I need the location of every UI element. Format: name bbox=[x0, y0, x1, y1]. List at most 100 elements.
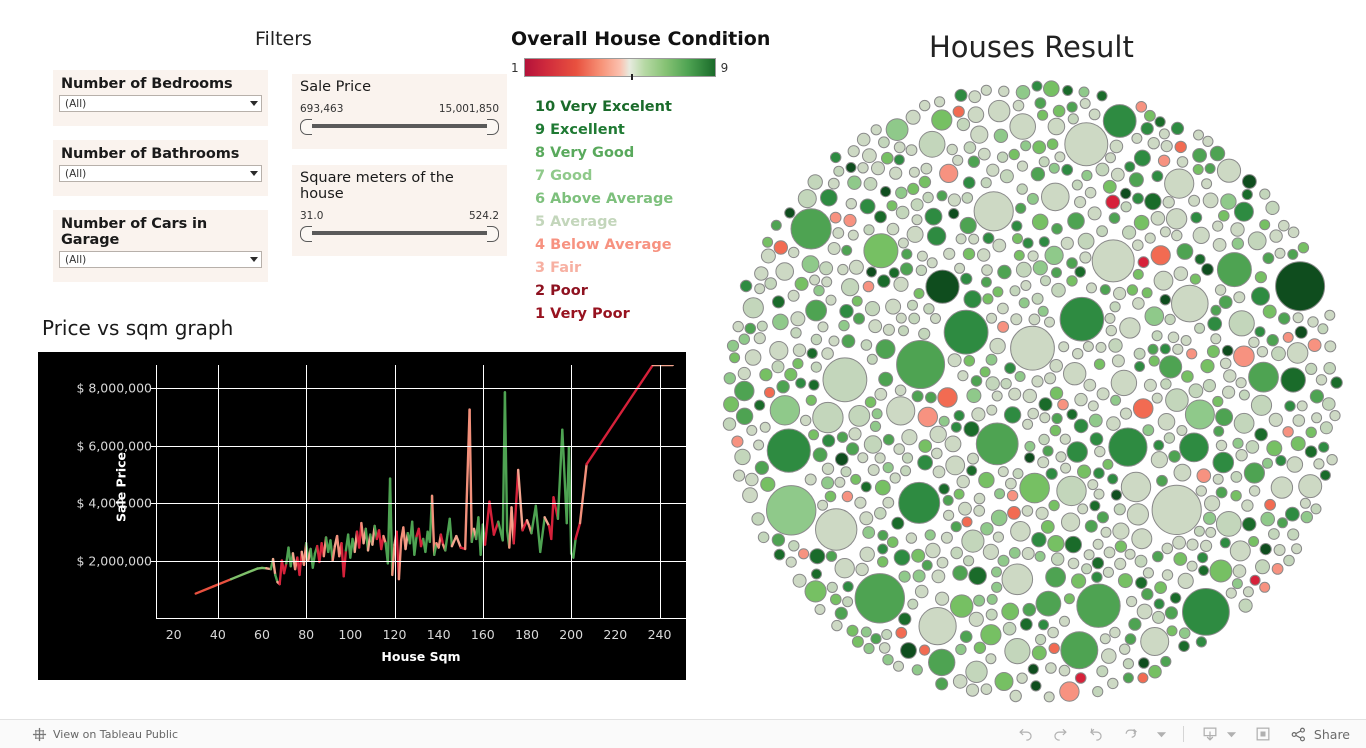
bubble[interactable] bbox=[1032, 533, 1046, 547]
bubble[interactable] bbox=[1092, 240, 1134, 282]
bubble[interactable] bbox=[1085, 520, 1097, 532]
bubble[interactable] bbox=[1213, 396, 1223, 406]
bubble[interactable] bbox=[1039, 398, 1052, 411]
bubble[interactable] bbox=[843, 597, 853, 607]
bubble[interactable] bbox=[1085, 187, 1096, 198]
bubble[interactable] bbox=[1175, 141, 1186, 152]
bubble[interactable] bbox=[987, 594, 997, 604]
bubble[interactable] bbox=[1110, 302, 1120, 312]
bubble[interactable] bbox=[981, 684, 992, 695]
bubble[interactable] bbox=[947, 144, 957, 154]
bubble[interactable] bbox=[763, 237, 773, 247]
bubble[interactable] bbox=[1100, 634, 1110, 644]
bubble[interactable] bbox=[842, 491, 852, 501]
bubble[interactable] bbox=[861, 340, 872, 351]
bubble[interactable] bbox=[1135, 362, 1145, 372]
bubble[interactable] bbox=[967, 466, 977, 476]
bubble[interactable] bbox=[898, 238, 908, 248]
bubble[interactable] bbox=[1151, 212, 1165, 226]
bubble[interactable] bbox=[883, 463, 893, 473]
bubble[interactable] bbox=[958, 371, 968, 381]
bubble[interactable] bbox=[1075, 267, 1086, 278]
bubble[interactable] bbox=[953, 155, 963, 165]
bubble[interactable] bbox=[1161, 141, 1172, 152]
bubble[interactable] bbox=[883, 497, 894, 508]
bubble[interactable] bbox=[882, 152, 894, 164]
bubble[interactable] bbox=[1243, 175, 1257, 189]
bubble[interactable] bbox=[944, 310, 988, 354]
bubble[interactable] bbox=[1060, 682, 1079, 701]
legend-item[interactable]: 9 Excellent bbox=[535, 119, 673, 142]
bubble[interactable] bbox=[1204, 512, 1216, 524]
bubble[interactable] bbox=[1106, 325, 1116, 335]
bubble[interactable] bbox=[919, 328, 930, 339]
bubble[interactable] bbox=[1096, 342, 1106, 352]
bubble[interactable] bbox=[894, 661, 904, 671]
bubble[interactable] bbox=[875, 480, 890, 495]
bubble[interactable] bbox=[1009, 149, 1019, 159]
bubble[interactable] bbox=[1165, 169, 1194, 198]
bubble[interactable] bbox=[851, 474, 861, 484]
bubble[interactable] bbox=[861, 627, 871, 637]
bubble[interactable] bbox=[1181, 336, 1191, 346]
bubble[interactable] bbox=[878, 275, 890, 287]
bubble[interactable] bbox=[1242, 500, 1253, 511]
bubble[interactable] bbox=[1248, 232, 1266, 250]
bubble[interactable] bbox=[1110, 140, 1123, 153]
bubble[interactable] bbox=[1007, 490, 1017, 500]
bubble[interactable] bbox=[841, 467, 851, 477]
bubble[interactable] bbox=[1101, 527, 1111, 537]
bubble[interactable] bbox=[926, 392, 937, 403]
bubble[interactable] bbox=[883, 324, 894, 335]
bubble[interactable] bbox=[894, 142, 905, 153]
bubble[interactable] bbox=[1325, 341, 1336, 352]
bubble[interactable] bbox=[1331, 377, 1342, 388]
bubble[interactable] bbox=[1032, 293, 1043, 304]
bubble[interactable] bbox=[899, 326, 909, 336]
bubble[interactable] bbox=[1129, 173, 1143, 187]
slider-handle-max[interactable] bbox=[487, 119, 499, 135]
bubble[interactable] bbox=[823, 358, 867, 402]
bubble[interactable] bbox=[802, 256, 819, 273]
bubble[interactable] bbox=[966, 684, 978, 696]
bubble[interactable] bbox=[1028, 664, 1038, 674]
bubble[interactable] bbox=[828, 178, 839, 189]
bubble[interactable] bbox=[745, 350, 761, 366]
bubble[interactable] bbox=[912, 665, 922, 675]
bubble[interactable] bbox=[1045, 246, 1063, 264]
bubble[interactable] bbox=[825, 491, 836, 502]
bubble[interactable] bbox=[1223, 386, 1235, 398]
bubble[interactable] bbox=[860, 199, 875, 214]
bubble[interactable] bbox=[927, 227, 945, 245]
bubble[interactable] bbox=[1285, 401, 1295, 411]
bubble[interactable] bbox=[1306, 363, 1317, 374]
bubble[interactable] bbox=[770, 342, 788, 360]
bubble[interactable] bbox=[978, 148, 990, 160]
bubble[interactable] bbox=[875, 388, 887, 400]
bubble[interactable] bbox=[912, 549, 925, 562]
bubble[interactable] bbox=[925, 208, 942, 225]
bubble[interactable] bbox=[760, 422, 770, 432]
bubble[interactable] bbox=[987, 405, 997, 415]
bubble[interactable] bbox=[932, 448, 943, 459]
bubble[interactable] bbox=[909, 167, 919, 177]
bubble[interactable] bbox=[1094, 468, 1105, 479]
bubble[interactable] bbox=[867, 354, 877, 364]
bubble[interactable] bbox=[849, 260, 863, 274]
bubble[interactable] bbox=[1060, 616, 1070, 626]
bubble[interactable] bbox=[995, 673, 1013, 691]
bubble[interactable] bbox=[1198, 553, 1208, 563]
bubble[interactable] bbox=[1236, 378, 1246, 388]
bubble[interactable] bbox=[1021, 281, 1031, 291]
bubble[interactable] bbox=[1028, 408, 1039, 419]
bubble[interactable] bbox=[757, 321, 767, 331]
bubble[interactable] bbox=[822, 477, 834, 489]
bubble[interactable] bbox=[1020, 473, 1050, 503]
bubble[interactable] bbox=[1058, 399, 1069, 410]
bubble[interactable] bbox=[1180, 433, 1209, 462]
bubble[interactable] bbox=[813, 402, 843, 432]
bubble[interactable] bbox=[869, 320, 882, 333]
bubble[interactable] bbox=[1162, 570, 1172, 580]
bubble[interactable] bbox=[1208, 317, 1222, 331]
bubble[interactable] bbox=[1095, 446, 1105, 456]
